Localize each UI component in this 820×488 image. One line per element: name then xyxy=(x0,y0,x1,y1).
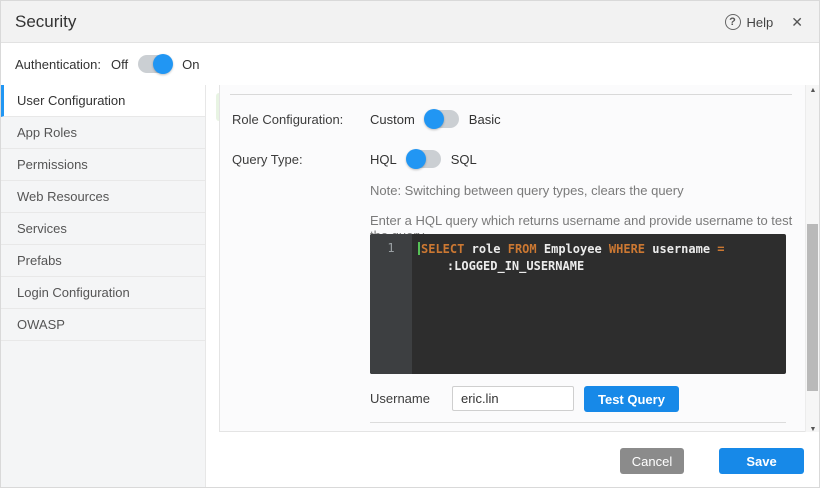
username-label: Username xyxy=(370,391,430,406)
authentication-control: Authentication: Off On xyxy=(15,43,199,85)
header-actions: ? Help ✕ xyxy=(725,1,807,43)
page-title: Security xyxy=(15,12,76,32)
content-panel: Role Configuration: Custom Basic Query T… xyxy=(219,85,805,432)
authentication-row: Authentication: Off On ✓ Tested query su… xyxy=(1,43,819,85)
query-type-label: Query Type: xyxy=(232,152,303,167)
close-icon[interactable]: ✕ xyxy=(787,12,807,33)
query-note-text: Note: Switching between query types, cle… xyxy=(370,183,684,198)
help-label: Help xyxy=(747,15,774,30)
help-button[interactable]: ? Help xyxy=(725,14,774,30)
toggle-knob xyxy=(406,149,426,169)
code-line: :LOGGED_IN_USERNAME xyxy=(418,258,778,275)
cancel-button[interactable]: Cancel xyxy=(620,448,684,474)
sidebar-item-permissions[interactable]: Permissions xyxy=(1,149,205,181)
query-code-editor[interactable]: 1 SELECT role FROM Employee WHERE userna… xyxy=(370,234,786,374)
sidebar-item-label: Services xyxy=(17,221,67,236)
sidebar-item-label: User Configuration xyxy=(17,93,125,108)
sidebar-item-login-configuration[interactable]: Login Configuration xyxy=(1,277,205,309)
query-hql-label: HQL xyxy=(370,152,397,167)
sidebar-item-label: App Roles xyxy=(17,125,77,140)
authentication-off-label: Off xyxy=(111,57,128,72)
authentication-on-label: On xyxy=(182,57,199,72)
sidebar-item-label: Web Resources xyxy=(17,189,109,204)
dialog-header: Security ? Help ✕ xyxy=(1,1,819,43)
role-configuration-label: Role Configuration: xyxy=(232,112,343,127)
role-basic-label: Basic xyxy=(469,112,501,127)
vertical-scrollbar[interactable]: ▲ ▼ xyxy=(805,85,819,436)
scroll-up-arrow-icon[interactable]: ▲ xyxy=(806,85,820,97)
dialog-footer: Cancel Save xyxy=(206,432,820,488)
sidebar-item-services[interactable]: Services xyxy=(1,213,205,245)
editor-line-number: 1 xyxy=(370,234,412,374)
role-custom-label: Custom xyxy=(370,112,415,127)
sidebar-item-label: Login Configuration xyxy=(17,285,130,300)
content-top-divider xyxy=(230,94,792,95)
toggle-knob xyxy=(153,54,173,74)
sidebar-item-label: Permissions xyxy=(17,157,88,172)
code-line: SELECT role FROM Employee WHERE username… xyxy=(418,241,778,258)
query-type-toggle[interactable] xyxy=(407,150,441,168)
test-query-button[interactable]: Test Query xyxy=(584,386,679,412)
editor-caret xyxy=(418,242,420,255)
toggle-knob xyxy=(424,109,444,129)
sidebar-item-app-roles[interactable]: App Roles xyxy=(1,117,205,149)
authentication-toggle[interactable] xyxy=(138,55,172,73)
content-bottom-divider xyxy=(370,422,786,423)
sidebar-item-web-resources[interactable]: Web Resources xyxy=(1,181,205,213)
scrollbar-thumb[interactable] xyxy=(807,224,818,391)
sidebar-item-prefabs[interactable]: Prefabs xyxy=(1,245,205,277)
sidebar-item-label: OWASP xyxy=(17,317,65,332)
query-sql-label: SQL xyxy=(451,152,477,167)
code-content[interactable]: SELECT role FROM Employee WHERE username… xyxy=(412,234,786,374)
username-input[interactable] xyxy=(452,386,574,411)
query-type-control: HQL SQL xyxy=(370,148,477,170)
help-icon: ? xyxy=(725,14,741,30)
security-dialog: Security ? Help ✕ Authentication: Off On… xyxy=(0,0,820,488)
role-configuration-toggle[interactable] xyxy=(425,110,459,128)
sidebar-item-label: Prefabs xyxy=(17,253,62,268)
authentication-label: Authentication: xyxy=(15,57,101,72)
sidebar-item-user-configuration[interactable]: User Configuration xyxy=(1,85,205,117)
save-button[interactable]: Save xyxy=(719,448,804,474)
role-configuration-control: Custom Basic xyxy=(370,108,501,130)
sidebar-item-owasp[interactable]: OWASP xyxy=(1,309,205,341)
sidebar-nav: User Configuration App Roles Permissions We… xyxy=(1,85,206,488)
